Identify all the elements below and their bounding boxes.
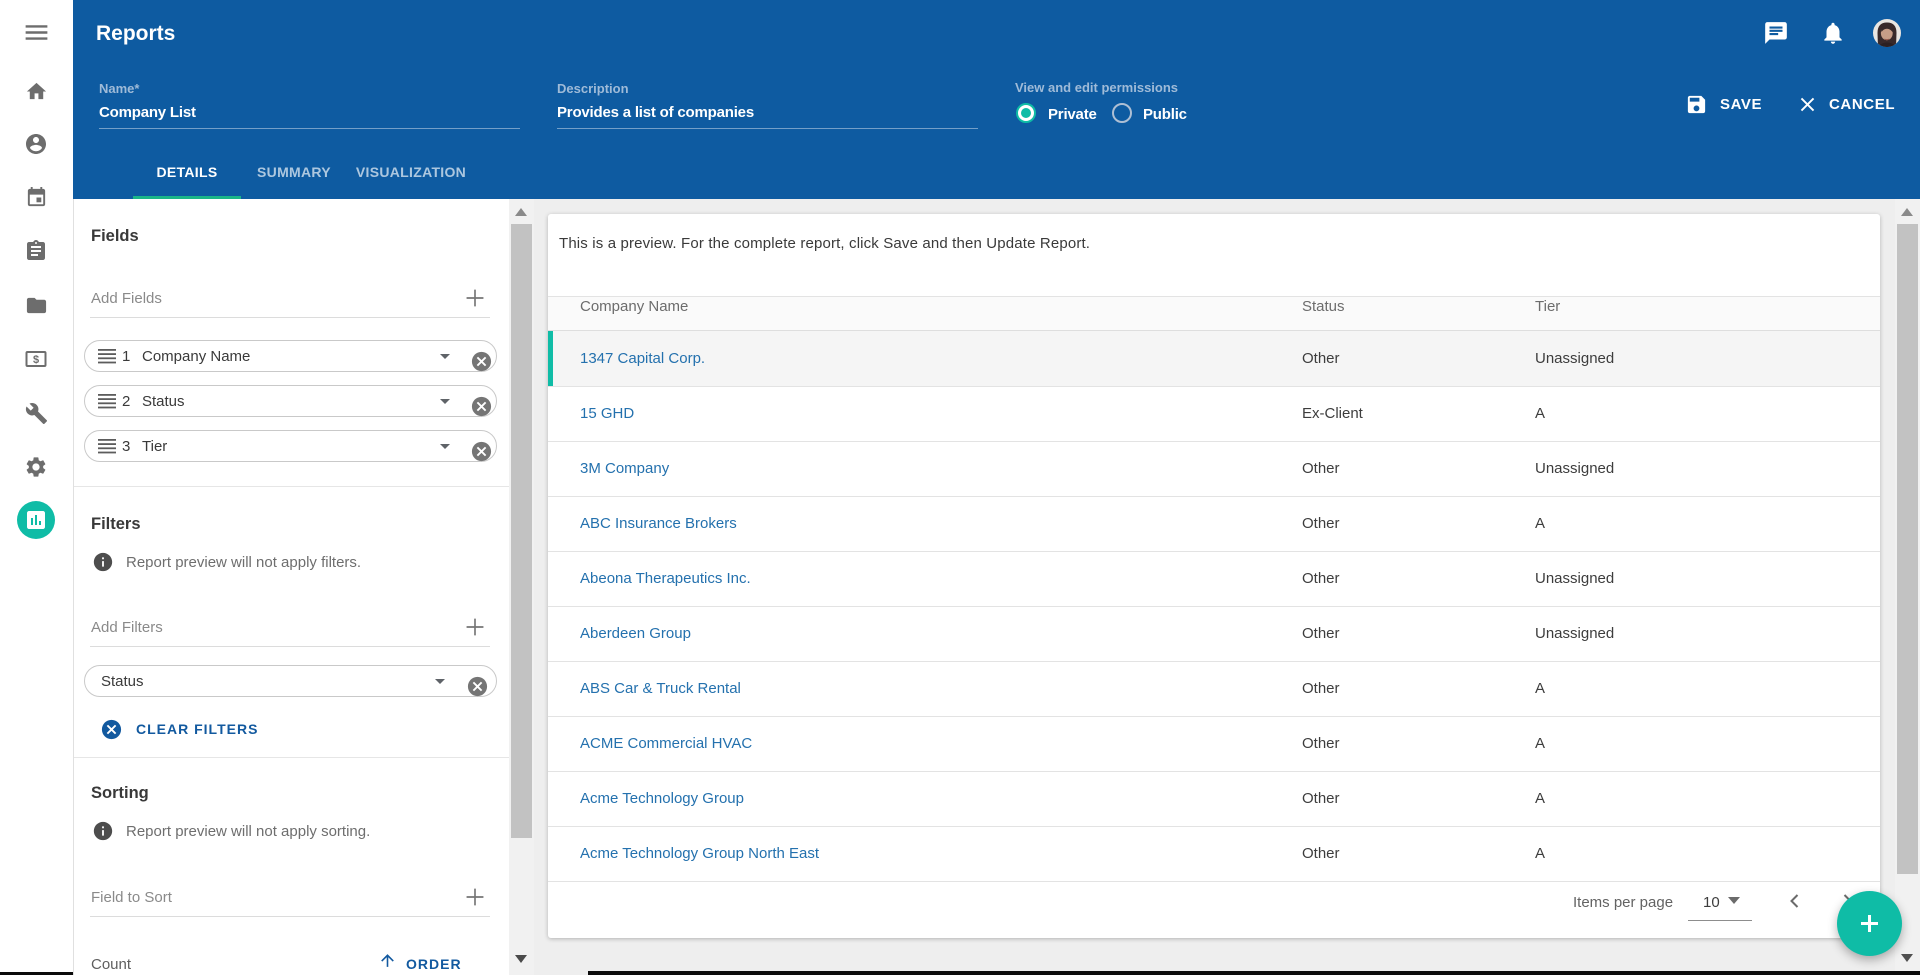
svg-text:$: $	[33, 354, 39, 366]
